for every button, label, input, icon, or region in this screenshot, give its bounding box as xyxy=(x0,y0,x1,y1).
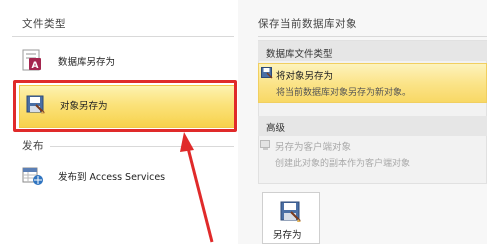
save-object-divider xyxy=(258,36,487,37)
option-title: 另存为客户端对象 xyxy=(275,142,352,153)
client-object-icon xyxy=(260,139,272,151)
save-as-icon xyxy=(280,201,302,223)
option-description: 将当前数据库对象另存为新对象。 xyxy=(276,88,412,98)
save-object-header: 保存当前数据库对象 xyxy=(258,18,357,30)
file-types-divider xyxy=(12,36,234,37)
option-description: 创建此对象的副本作为客户端对象 xyxy=(275,159,411,169)
access-services-icon xyxy=(22,165,44,187)
access-database-icon: A xyxy=(22,49,44,73)
nav-item-save-database-as[interactable]: A 数据库另存为 xyxy=(22,48,232,74)
option-title: 将对象另存为 xyxy=(276,71,334,82)
advanced-band xyxy=(258,116,487,136)
annotation-arrow xyxy=(180,132,214,243)
save-object-icon xyxy=(261,67,273,79)
db-file-type-section-label: 数据库文件类型 xyxy=(266,49,333,60)
save-as-button[interactable]: 另存为 xyxy=(262,192,320,244)
nav-item-label: 数据库另存为 xyxy=(58,57,116,68)
publish-header: 发布 xyxy=(22,140,44,152)
file-types-header: 文件类型 xyxy=(22,18,66,30)
annotation-highlight-box xyxy=(13,80,237,132)
save-as-button-label: 另存为 xyxy=(273,230,302,241)
advanced-section-label: 高级 xyxy=(266,123,286,134)
option-save-as-client-object[interactable]: 另存为客户端对象 创建此对象的副本作为客户端对象 xyxy=(258,137,487,171)
nav-item-label: 发布到 Access Services xyxy=(58,172,166,183)
option-save-object-as[interactable]: 将对象另存为 将当前数据库对象另存为新对象。 xyxy=(258,63,487,103)
svg-text:A: A xyxy=(32,61,39,71)
